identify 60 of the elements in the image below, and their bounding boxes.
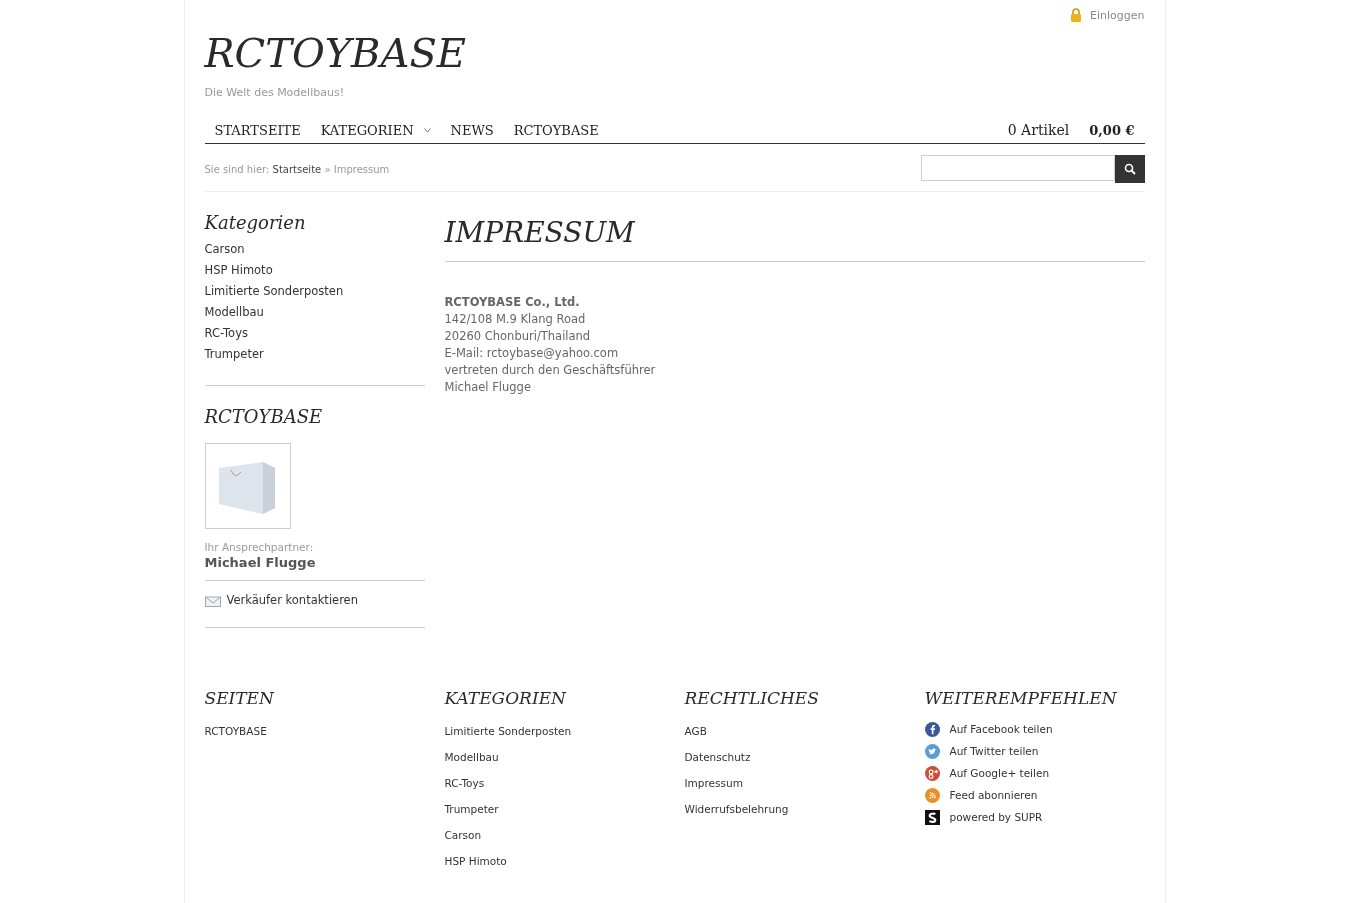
page-title: IMPRESSUM	[444, 216, 1145, 262]
address-line: vertreten durch den Geschäftsführer	[444, 362, 657, 379]
rss-icon	[924, 787, 940, 803]
category-link[interactable]: Limitierte Sonderposten	[204, 281, 425, 302]
share-link[interactable]: Feed abonnieren	[924, 784, 1165, 806]
nav-item[interactable]: KATEGORIEN	[310, 122, 441, 138]
share-link[interactable]: powered by SUPR	[924, 806, 1165, 828]
footer-link[interactable]: HSP Himoto	[444, 848, 685, 874]
nav-item[interactable]: STARTSEITE	[204, 122, 311, 138]
login-link[interactable]: Einloggen	[1090, 8, 1145, 22]
company-name: RCTOYBASE Co., Ltd.	[444, 294, 581, 311]
address-line: 20260 Chonburi/Thailand	[444, 328, 592, 345]
breadcrumb: Sie sind hier: Startseite » Impressum	[204, 163, 390, 175]
footer-heading: WEITEREMPFEHLEN	[924, 688, 1118, 708]
nav-item[interactable]: NEWS	[440, 122, 504, 138]
footer-link[interactable]: Widerrufsbelehrung	[684, 796, 925, 822]
footer-link[interactable]: AGB	[684, 718, 925, 744]
cart-count[interactable]: 0 Artikel	[1007, 122, 1070, 138]
category-link[interactable]: RC-Toys	[204, 323, 425, 344]
search-field[interactable]	[920, 155, 1115, 181]
footer-link[interactable]: Datenschutz	[684, 744, 925, 770]
search-button[interactable]	[1114, 155, 1145, 183]
contact-name: Michael Flugge	[204, 555, 317, 570]
contact-label: Ihr Ansprechpartner:	[204, 541, 315, 553]
footer-link[interactable]: Carson	[444, 822, 685, 848]
caret-icon	[423, 127, 431, 133]
sidebar-heading: Kategorien	[204, 212, 307, 233]
envelope-icon	[204, 593, 221, 607]
cart-total[interactable]: 0,00 €	[1089, 122, 1135, 138]
footer-link[interactable]: Trumpeter	[444, 796, 685, 822]
address-line: E-Mail: rctoybase@yahoo.com	[444, 345, 620, 362]
footer-link[interactable]: Limitierte Sonderposten	[444, 718, 685, 744]
footer-link[interactable]: RCTOYBASE	[204, 718, 445, 744]
bird-icon	[924, 743, 940, 759]
category-link[interactable]: HSP Himoto	[204, 260, 425, 281]
address-line: Michael Flugge	[444, 379, 532, 396]
category-link[interactable]: Carson	[204, 239, 425, 260]
footer-link[interactable]: Modellbau	[444, 744, 685, 770]
search-icon	[1123, 163, 1136, 175]
footer-heading: RECHTLICHES	[684, 688, 820, 708]
category-link[interactable]: Modellbau	[204, 302, 425, 323]
sidebar-heading: RCTOYBASE	[204, 406, 324, 427]
footer-link[interactable]: Impressum	[684, 770, 925, 796]
footer-heading: KATEGORIEN	[444, 688, 568, 708]
google-plus-icon	[924, 765, 940, 781]
site-tagline: Die Welt des Modellbaus!	[204, 86, 346, 99]
share-link[interactable]: Auf Google+ teilen	[924, 762, 1165, 784]
logo-icon	[924, 809, 940, 825]
address-line: 142/108 M.9 Klang Road	[444, 311, 587, 328]
footer-heading: SEITEN	[204, 688, 276, 708]
nav-item[interactable]: RCTOYBASE	[503, 122, 609, 138]
site-logo[interactable]: RCTOYBASE	[204, 28, 1145, 78]
facebook-icon	[924, 721, 940, 737]
category-link[interactable]: Trumpeter	[204, 344, 425, 365]
footer-link[interactable]: RC-Toys	[444, 770, 685, 796]
share-link[interactable]: Auf Twitter teilen	[924, 740, 1165, 762]
share-link[interactable]: Auf Facebook teilen	[924, 718, 1165, 740]
breadcrumb-link[interactable]: Startseite	[272, 163, 322, 175]
padlock-icon	[1070, 8, 1083, 22]
contact-seller-link[interactable]: Verkäufer kontaktieren	[204, 581, 425, 627]
